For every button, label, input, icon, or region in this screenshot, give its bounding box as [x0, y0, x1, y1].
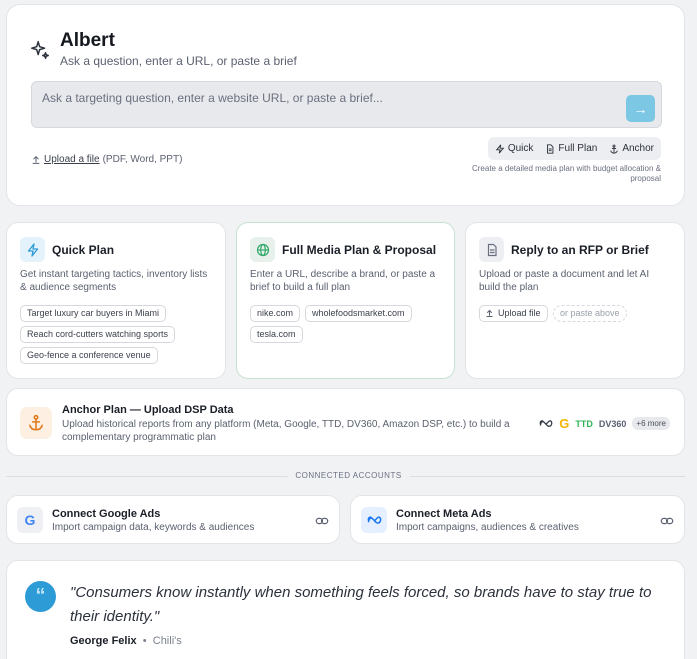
example-chip[interactable]: Reach cord-cutters watching sports: [20, 326, 176, 343]
document-icon: [479, 237, 504, 262]
send-button[interactable]: →: [626, 95, 655, 122]
albert-hero-card: Albert Ask a question, enter a URL, or p…: [6, 4, 685, 206]
anchor-plan-title: Anchor Plan — Upload DSP Data: [62, 404, 234, 416]
mode-hint: Create a detailed media plan with budget…: [471, 164, 661, 183]
paste-above-chip: or paste above: [553, 305, 627, 322]
plan-mode-selector: Quick Full Plan Anchor: [487, 137, 661, 160]
testimonial-author: George Felix: [70, 635, 137, 647]
prompt-input[interactable]: Ask a targeting question, enter a websit…: [31, 81, 662, 128]
anchor-plan-description: Upload historical reports from any platf…: [62, 419, 510, 443]
meta-icon: [539, 420, 553, 427]
connect-meta-ads-card[interactable]: Connect Meta Ads Import campaigns, audie…: [350, 495, 685, 544]
globe-icon: [250, 237, 275, 262]
separator-dot: •: [142, 635, 147, 647]
example-url-chip[interactable]: wholefoodsmarket.com: [305, 305, 412, 322]
mode-quick-label: Quick: [507, 143, 534, 154]
anchor-icon: [20, 407, 52, 439]
page-subtitle: Ask a question, enter a URL, or paste a …: [60, 54, 297, 68]
example-url-chip[interactable]: tesla.com: [250, 326, 303, 343]
page-title: Albert: [60, 30, 115, 51]
meta-icon: [361, 507, 387, 533]
upload-file-chip-label: Upload file: [498, 308, 541, 318]
more-platforms-badge: +6 more: [632, 417, 670, 430]
document-icon: [547, 143, 554, 154]
quick-plan-card[interactable]: Quick Plan Get instant targeting tactics…: [6, 222, 226, 379]
example-url-chip[interactable]: nike.com: [250, 305, 301, 322]
connected-accounts-label: CONNECTED ACCOUNTS: [287, 471, 410, 480]
rfp-reply-card[interactable]: Reply to an RFP or Brief Upload or paste…: [465, 222, 685, 379]
testimonial-author-row: George Felix • Chili's: [70, 635, 182, 647]
testimonial-company: Chili's: [152, 635, 182, 647]
rfp-reply-description: Upload or paste a document and let AI bu…: [479, 269, 650, 293]
platform-logos: G TTD DV360 +6 more: [539, 416, 670, 431]
upload-icon: [486, 309, 493, 317]
example-chip[interactable]: Target luxury car buyers in Miami: [20, 305, 167, 322]
link-icon[interactable]: [660, 514, 674, 528]
mode-quick-button[interactable]: Quick: [492, 143, 537, 154]
full-media-plan-description: Enter a URL, describe a brand, or paste …: [250, 269, 436, 293]
prompt-placeholder: Ask a targeting question, enter a websit…: [42, 91, 383, 105]
link-icon[interactable]: [315, 514, 329, 528]
upload-icon: [32, 155, 40, 164]
connect-google-ads-card[interactable]: G Connect Google Ads Import campaign dat…: [6, 495, 340, 544]
anchor-icon: [610, 144, 619, 154]
connect-meta-ads-description: Import campaigns, audiences & creatives: [396, 522, 579, 533]
google-icon: G: [17, 507, 43, 533]
testimonial-card: “ "Consumers know instantly when somethi…: [6, 560, 685, 659]
upload-file-row: Upload a file (PDF, Word, PPT): [31, 154, 182, 165]
dv360-logo: DV360: [598, 418, 627, 429]
quote-icon: “: [25, 581, 56, 612]
ttd-logo: TTD: [575, 418, 593, 429]
upload-file-chip[interactable]: Upload file: [479, 305, 548, 322]
sparkle-icon: [29, 39, 51, 61]
mode-anchor-button[interactable]: Anchor: [606, 143, 657, 154]
upload-file-link[interactable]: Upload a file: [44, 154, 100, 165]
mode-full-plan-label: Full Plan: [558, 143, 598, 154]
arrow-right-icon: →: [633, 100, 648, 117]
connect-google-ads-description: Import campaign data, keywords & audienc…: [52, 522, 255, 533]
connect-meta-ads-title: Connect Meta Ads: [396, 508, 492, 520]
example-chip[interactable]: Geo-fence a conference venue: [20, 347, 158, 364]
full-media-plan-title: Full Media Plan & Proposal: [282, 243, 437, 257]
bolt-icon: [495, 144, 505, 153]
bolt-icon: [20, 237, 45, 262]
quick-plan-description: Get instant targeting tactics, inventory…: [20, 269, 208, 293]
google-icon: G: [559, 416, 570, 431]
mode-anchor-label: Anchor: [622, 143, 654, 154]
full-media-plan-card[interactable]: Full Media Plan & Proposal Enter a URL, …: [236, 222, 455, 379]
connect-google-ads-title: Connect Google Ads: [52, 508, 161, 520]
quick-plan-title: Quick Plan: [52, 243, 115, 257]
mode-full-plan-button[interactable]: Full Plan: [542, 143, 600, 154]
rfp-reply-title: Reply to an RFP or Brief: [511, 243, 649, 257]
testimonial-quote: "Consumers know instantly when something…: [70, 584, 652, 625]
anchor-plan-card[interactable]: Anchor Plan — Upload DSP Data Upload his…: [6, 388, 685, 456]
upload-formats: (PDF, Word, PPT): [102, 154, 183, 165]
